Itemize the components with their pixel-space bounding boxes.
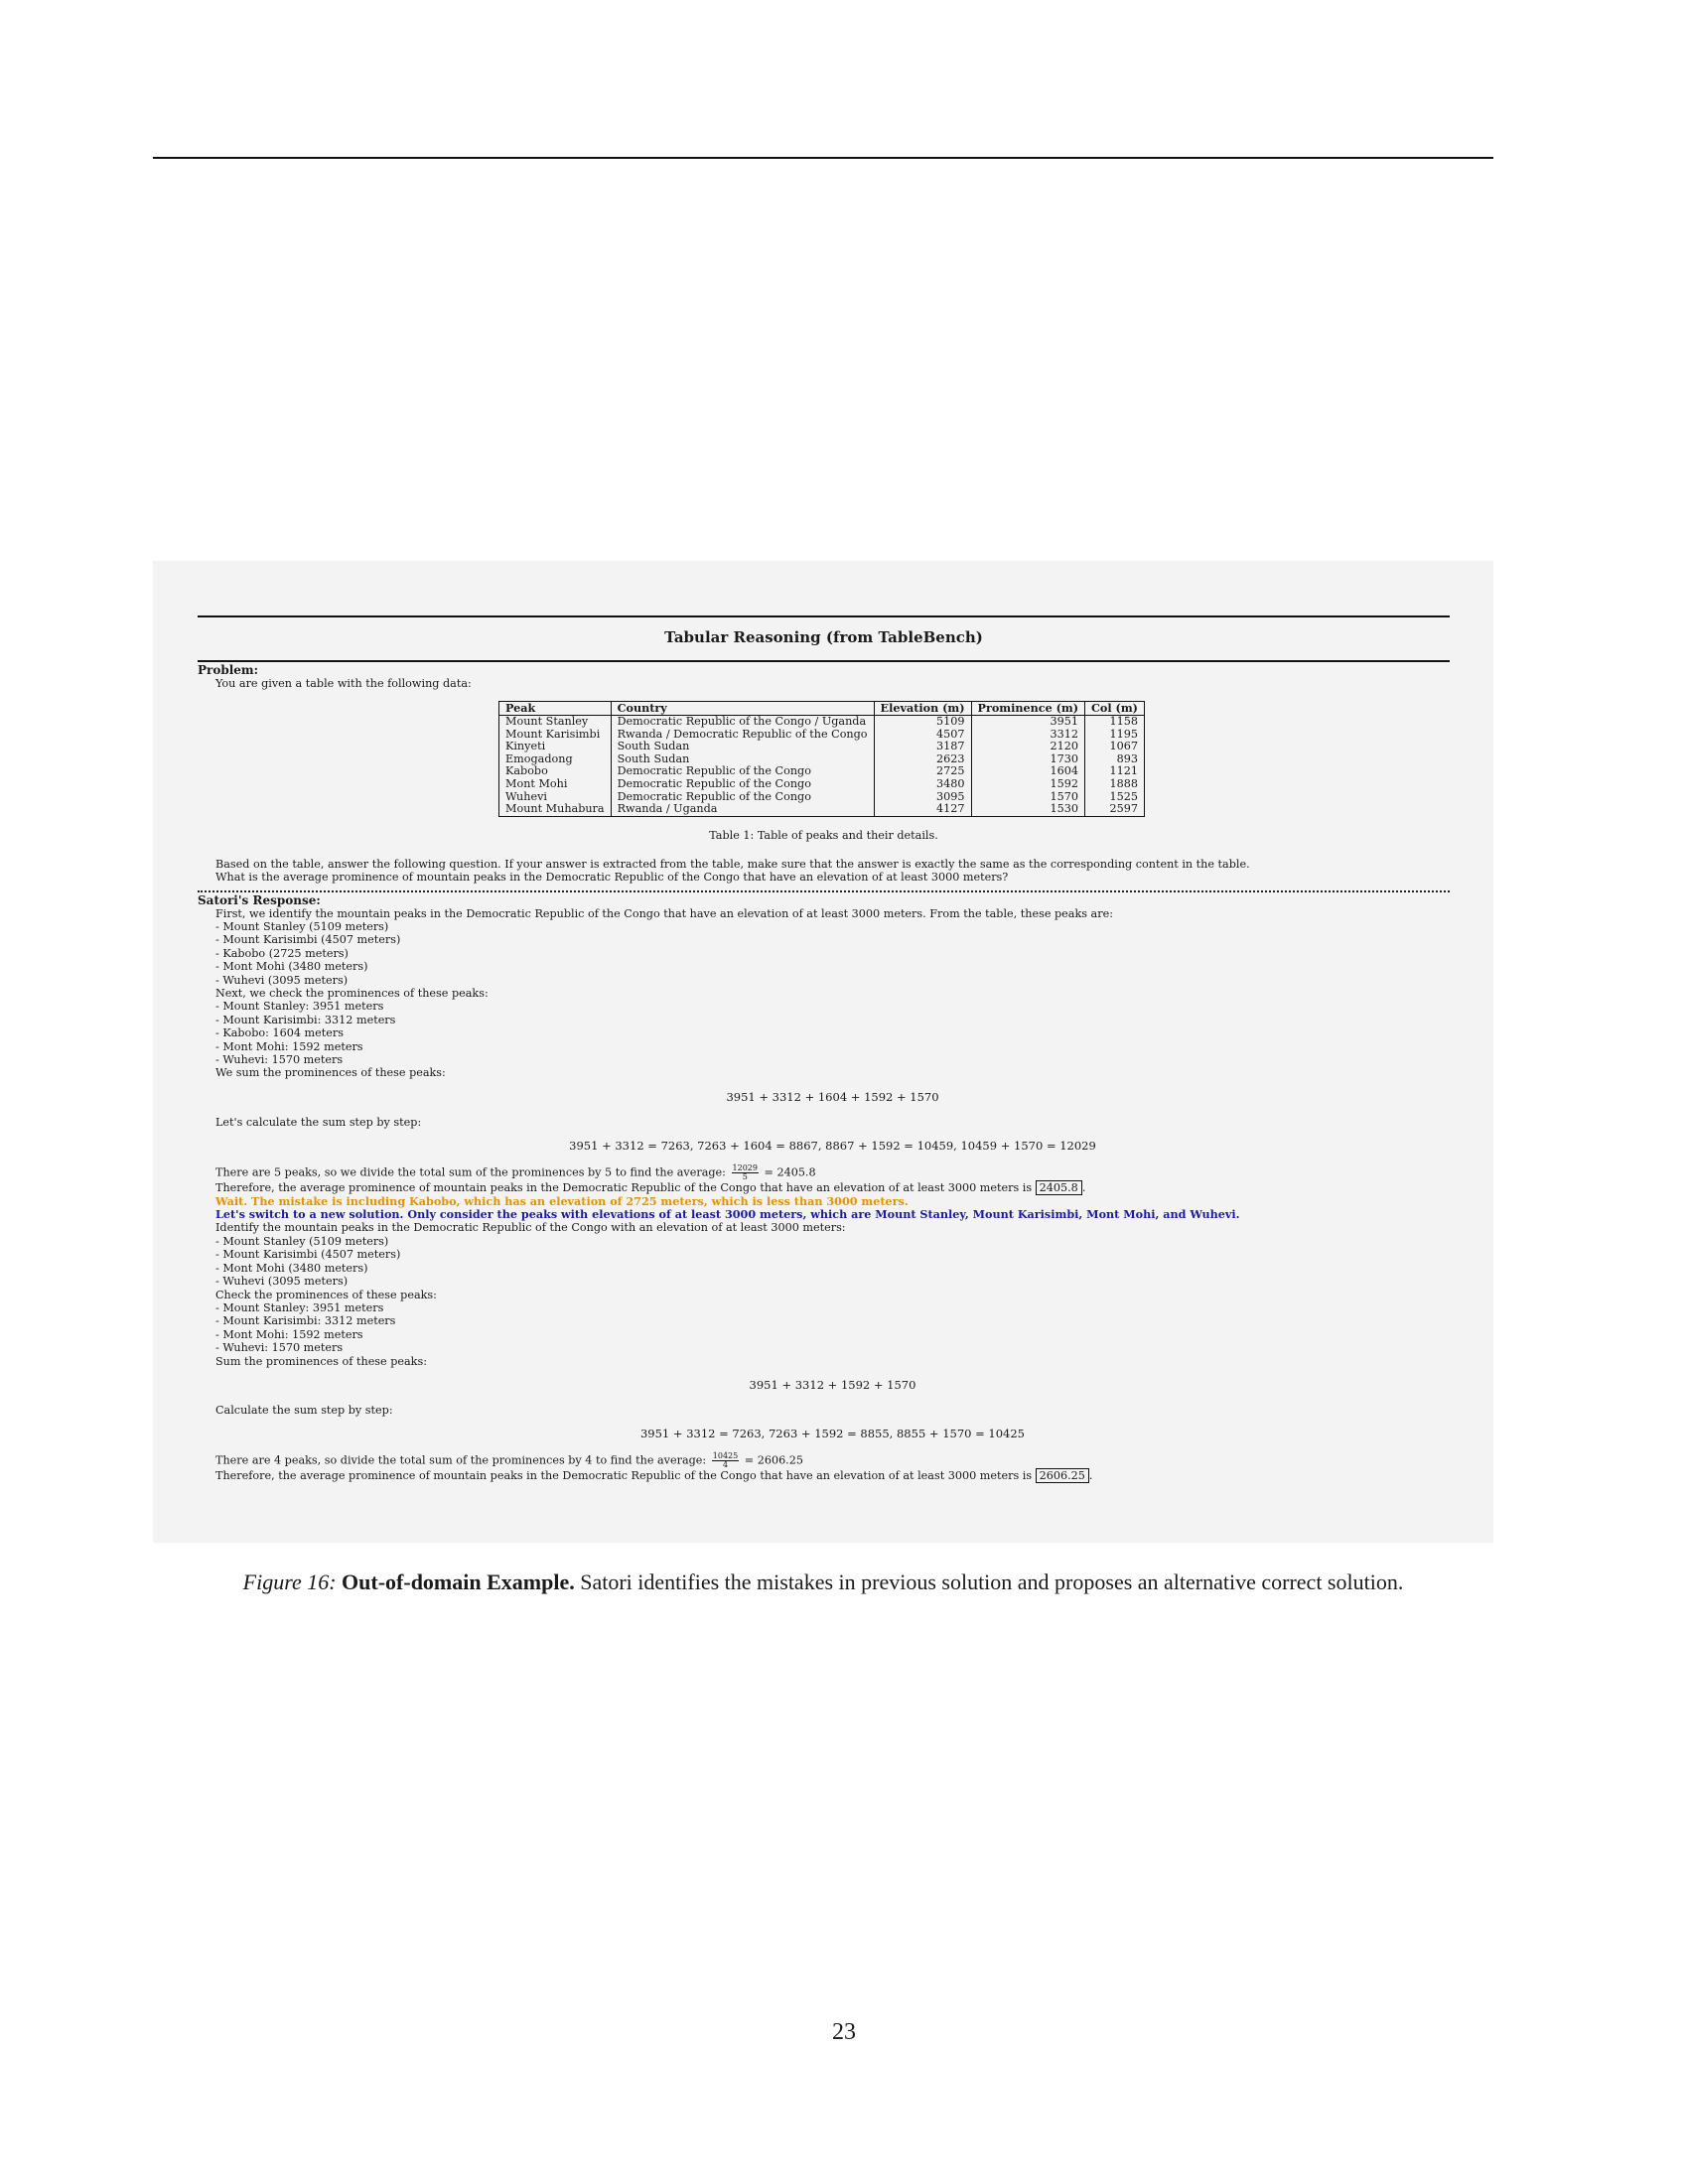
second-average-text: There are 4 peaks, so divide the total s… (215, 1453, 707, 1467)
first-average-fraction: 12029 5 (731, 1164, 759, 1181)
second-conclusion-line: Therefore, the average prominence of mou… (215, 1468, 1093, 1484)
first-intro: First, we identify the mountain peaks in… (215, 906, 1113, 920)
list-item: - Mont Mohi: 1592 meters (215, 1039, 363, 1053)
table-cell: 1067 (1084, 741, 1145, 753)
figure-bold-title: Out-of-domain Example. (342, 1570, 575, 1594)
list-item: - Kabobo: 1604 meters (215, 1026, 344, 1040)
title-rule-bottom (198, 660, 1450, 662)
table-cell: Mount Muhabura (498, 802, 612, 817)
switch-solution: Let's switch to a new solution. Only con… (215, 1207, 1240, 1222)
second-average-line: There are 4 peaks, so divide the total s… (215, 1452, 1450, 1469)
list-item: - Mont Mohi: 1592 meters (215, 1327, 363, 1341)
second-step-intro: Calculate the sum step by step: (215, 1403, 393, 1417)
first-sum-equation: 3951 + 3312 + 1604 + 1592 + 1570 (726, 1089, 939, 1104)
second-prom-intro: Check the prominences of these peaks: (215, 1288, 437, 1301)
first-prom-intro: Next, we check the prominences of these … (215, 987, 489, 1000)
list-item: - Mont Mohi (3480 meters) (215, 1261, 368, 1275)
table-cell: South Sudan (611, 741, 875, 753)
table-cell: 5109 (874, 715, 972, 729)
table-cell: Democratic Republic of the Congo (611, 777, 875, 791)
first-average-result: = 2405.8 (764, 1165, 816, 1179)
list-item: - Mount Stanley: 3951 meters (215, 1000, 384, 1014)
second-sum-equation: 3951 + 3312 + 1592 + 1570 (749, 1377, 916, 1392)
second-intro: Identify the mountain peaks in the Democ… (215, 1221, 846, 1235)
list-item: - Wuhevi: 1570 meters (215, 1341, 344, 1355)
first-step-equation: 3951 + 3312 = 7263, 7263 + 1604 = 8867, … (569, 1139, 1096, 1154)
table-cell: 3951 (971, 715, 1086, 729)
list-item: - Mount Karisimbi: 3312 meters (215, 1314, 396, 1328)
table-cell: 1592 (971, 777, 1086, 791)
second-sum-intro: Sum the prominences of these peaks: (215, 1354, 427, 1368)
first-sum-intro: We sum the prominences of these peaks: (215, 1066, 446, 1080)
table-cell: Rwanda / Uganda (611, 802, 875, 817)
first-average-line: There are 5 peaks, so we divide the tota… (215, 1164, 1450, 1181)
first-answer-box: 2405.8 (1035, 1180, 1082, 1196)
wait-reflection: Wait. The mistake is including Kabobo, w… (215, 1193, 909, 1208)
list-item: - Mont Mohi (3480 meters) (215, 960, 368, 974)
figure-caption: Figure 16: Out-of-domain Example. Satori… (153, 1569, 1493, 1596)
example-panel: Tabular Reasoning (from TableBench) Prob… (153, 561, 1493, 1543)
table-header-row: Peak Country Elevation (m) Prominence (m… (498, 701, 1145, 716)
table-header-country: Country (611, 701, 875, 716)
second-step-equation: 3951 + 3312 = 7263, 7263 + 1592 = 8855, … (639, 1427, 1026, 1441)
header-rule (153, 157, 1493, 159)
table-cell: 2597 (1084, 802, 1145, 817)
table-row: Mount Karisimbi Rwanda / Democratic Repu… (498, 728, 1145, 742)
table-cell: 3480 (874, 777, 972, 791)
second-average-fraction: 10425 4 (711, 1452, 740, 1469)
question-instruction: Based on the table, answer the following… (215, 857, 1250, 871)
problem-intro: You are given a table with the following… (215, 677, 472, 690)
question-text: What is the average prominence of mounta… (215, 871, 1009, 885)
table-cell: 1530 (971, 802, 1086, 817)
first-conclusion-line: Therefore, the average prominence of mou… (215, 1180, 1086, 1196)
table-row: Kabobo Democratic Republic of the Congo … (498, 765, 1145, 778)
section-divider (198, 889, 1450, 892)
table-header-prominence: Prominence (m) (971, 701, 1086, 716)
table-row: Mont Mohi Democratic Republic of the Con… (498, 777, 1145, 791)
table-cell: 3187 (874, 741, 972, 753)
first-conclusion: Therefore, the average prominence of mou… (215, 1181, 1033, 1195)
table-row: Mount Stanley Democratic Republic of the… (498, 715, 1145, 729)
table-cell: 2120 (971, 741, 1086, 753)
second-answer-box: 2606.25 (1035, 1468, 1089, 1484)
table-cell: 1888 (1084, 777, 1145, 791)
table-row: Emogadong South Sudan 2623 1730 893 (498, 752, 1145, 766)
panel-title: Tabular Reasoning (from TableBench) (664, 628, 983, 646)
table-cell: 4127 (874, 802, 972, 817)
problem-label: Problem: (198, 663, 259, 677)
list-item: - Wuhevi: 1570 meters (215, 1053, 344, 1067)
table-cell: Mount Stanley (498, 715, 612, 729)
table-row: Mount Muhabura Rwanda / Uganda 4127 1530… (498, 802, 1145, 817)
table-caption: Table 1: Table of peaks and their detail… (709, 828, 938, 842)
table-cell: Kinyeti (498, 741, 612, 753)
list-item: - Wuhevi (3095 meters) (215, 1275, 349, 1289)
figure-label: Figure 16: (242, 1570, 337, 1594)
list-item: - Mount Stanley: 3951 meters (215, 1300, 384, 1314)
table-header-peak: Peak (498, 701, 612, 716)
list-item: - Mount Stanley (5109 meters) (215, 1234, 389, 1248)
table-cell: Democratic Republic of the Congo / Ugand… (611, 715, 875, 729)
list-item: - Mount Karisimbi (4507 meters) (215, 933, 401, 947)
list-item: - Mount Stanley (5109 meters) (215, 919, 389, 933)
peaks-table: Peak Country Elevation (m) Prominence (m… (498, 701, 1145, 817)
table-header-col: Col (m) (1084, 701, 1145, 716)
table-cell: 1158 (1084, 715, 1145, 729)
first-solution: First, we identify the mountain peaks in… (198, 907, 1450, 1222)
table-cell: Mont Mohi (498, 777, 612, 791)
list-item: - Mount Karisimbi (4507 meters) (215, 1248, 401, 1262)
second-average-result: = 2606.25 (744, 1453, 803, 1467)
page-number: 23 (832, 2019, 856, 2045)
figure-caption-text: Satori identifies the mistakes in previo… (580, 1570, 1404, 1594)
first-average-text: There are 5 peaks, so we divide the tota… (215, 1165, 726, 1179)
table-row: Kinyeti South Sudan 3187 2120 1067 (498, 741, 1145, 753)
response-label: Satori's Response: (198, 892, 321, 907)
second-solution: Identify the mountain peaks in the Democ… (198, 1221, 1450, 1484)
first-step-intro: Let's calculate the sum step by step: (215, 1115, 422, 1129)
second-conclusion: Therefore, the average prominence of mou… (215, 1469, 1033, 1483)
list-item: - Mount Karisimbi: 3312 meters (215, 1013, 396, 1026)
table-header-elevation: Elevation (m) (874, 701, 972, 716)
list-item: - Kabobo (2725 meters) (215, 946, 349, 960)
list-item: - Wuhevi (3095 meters) (215, 973, 349, 987)
example-inner: Tabular Reasoning (from TableBench) Prob… (198, 615, 1450, 1484)
